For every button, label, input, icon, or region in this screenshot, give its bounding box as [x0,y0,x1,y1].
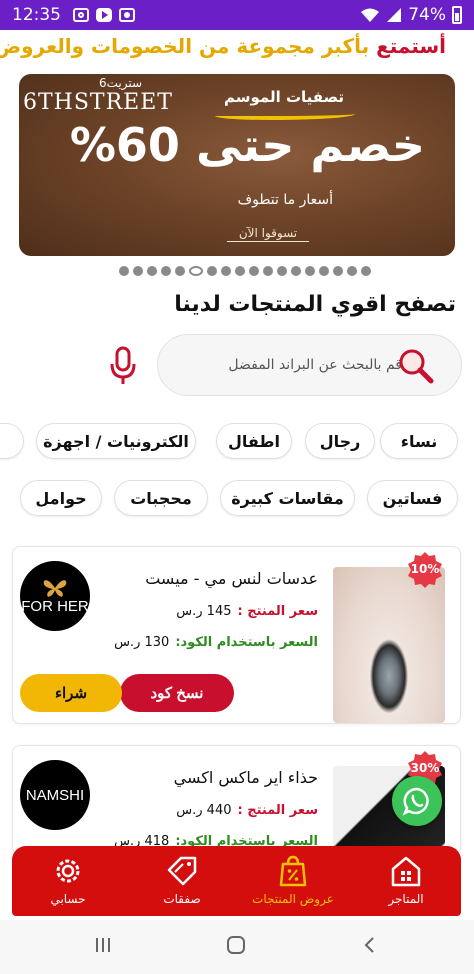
banner-subtitle: أسعار ما تتطوف [237,192,333,208]
nav-item-account[interactable]: حسابي [28,854,108,906]
code-price: السعر باستخدام الكود: 130 ر.س [114,635,318,650]
headline-text: بأكبر مجموعة من الخصومات والعروض [0,34,370,58]
carousel-dot[interactable] [319,266,329,276]
wifi-icon [361,8,380,22]
system-navigation-bar [0,920,474,974]
carousel-dot[interactable] [207,266,217,276]
bottom-navigation: المتاجر عروض المنتجات صفقات حسابي [12,846,461,916]
brand-logo-namshi[interactable]: NAMSHI [20,760,90,830]
butterfly-icon [43,579,67,597]
headline-highlight: أستمتع [376,34,446,58]
carousel-dot[interactable] [277,266,287,276]
deal-tag-icon [167,856,197,886]
battery-icon [452,6,462,24]
brand-logo-for-her[interactable]: FOR HER [20,561,90,631]
product-image-lens[interactable] [333,567,445,723]
carousel-dot[interactable] [249,266,259,276]
carousel-dot[interactable] [133,266,143,276]
product-price: سعر المنتج : 145 ر.س [176,604,318,619]
store-icon [391,856,421,887]
headline: أستمتع بأكبر مجموعة من الخصومات والعروض [0,34,446,58]
whatsapp-icon [402,787,429,816]
battery-percent: 74% [408,5,446,25]
back-icon[interactable] [360,935,380,955]
search-bar[interactable] [157,334,462,396]
category-chip-kids[interactable]: اطفال [216,423,292,459]
category-chip-plus-sizes[interactable]: مقاسات كبيرة [220,480,355,516]
product-price-label: سعر المنتج : [237,803,319,818]
carousel-dot[interactable] [119,266,129,276]
discount-bag-icon [279,855,307,887]
banner-shop-now-link[interactable]: تسوقوا الآن [227,226,309,242]
recent-apps-icon[interactable] [93,935,113,955]
carousel-dot[interactable] [263,266,273,276]
product-name: عدسات لنس مي - ميست [145,569,318,588]
discount-badge: 10% [406,551,444,589]
product-price-value: 440 ر.س [176,803,232,818]
category-chip-overflow[interactable] [0,423,24,459]
carousel-dot[interactable] [361,266,371,276]
product-name: حذاء اير ماكس اكسي [173,768,318,787]
status-bar: 12:35 74% [0,0,474,30]
notification-icon [119,8,135,22]
nav-item-deals[interactable]: صفقات [142,854,222,906]
banner-brand-arabic: 6ستريت [99,76,143,90]
category-chip-maternity[interactable]: حوامل [20,480,102,516]
carousel-dot[interactable] [305,266,315,276]
carousel-dot[interactable] [291,266,301,276]
carousel-dot[interactable] [147,266,157,276]
product-price: سعر المنتج : 440 ر.س [176,803,318,818]
signal-icon [387,8,402,22]
nav-item-product-offers[interactable]: عروض المنتجات [248,854,338,906]
section-title: تصفح اقوي المنتجات لدينا [174,292,456,317]
microphone-icon[interactable] [110,346,136,386]
category-chip-dresses[interactable]: فساتين [367,480,458,516]
code-price-label: السعر باستخدام الكود: [175,635,318,650]
brand-logo-text: NAMSHI [25,786,85,804]
product-price-value: 145 ر.س [176,604,232,619]
banner-brand-logo: 6THSTREET [23,90,173,115]
search-input[interactable] [192,357,402,373]
instagram-icon [73,8,89,22]
product-price-label: سعر المنتج : [237,604,319,619]
carousel-dot[interactable] [347,266,357,276]
banner-season-label: تصفيات الموسم [223,88,344,106]
category-chip-electronics[interactable]: الكترونيات / اجهزة [36,423,196,459]
category-chip-men[interactable]: رجال [305,423,375,459]
brand-logo-text: FOR HER [21,597,89,615]
carousel-dot[interactable] [221,266,231,276]
nav-label-stores: المتاجر [388,892,424,906]
nav-label-account: حسابي [50,892,86,906]
category-chip-women[interactable]: نساء [380,423,458,459]
discount-value: 10% [410,562,440,576]
discount-value: 30% [410,761,440,775]
copy-code-button[interactable]: نسخ كود [120,674,234,712]
carousel-dot[interactable] [235,266,245,276]
nav-label-product-offers: عروض المنتجات [252,892,334,906]
youtube-icon [96,8,112,22]
carousel-indicator[interactable] [119,266,371,276]
code-price-value: 130 ر.س [114,635,170,650]
buy-button[interactable]: شراء [20,674,122,712]
settings-gear-icon [56,859,80,883]
carousel-dot[interactable] [175,266,185,276]
category-chip-hijab[interactable]: محجبات [114,480,208,516]
carousel-dot[interactable] [333,266,343,276]
search-icon[interactable] [397,347,435,385]
banner-offer: خصم حتى 60% [69,118,425,172]
status-time: 12:35 [12,5,61,25]
nav-label-deals: صفقات [163,892,201,906]
carousel-dot-active[interactable] [189,266,203,276]
promo-banner[interactable]: 6ستريت 6THSTREET تصفيات الموسم خصم حتى 6… [19,74,455,256]
home-icon[interactable] [226,935,246,955]
whatsapp-button[interactable] [392,776,442,826]
carousel-dot[interactable] [161,266,171,276]
nav-item-stores[interactable]: المتاجر [366,854,446,906]
